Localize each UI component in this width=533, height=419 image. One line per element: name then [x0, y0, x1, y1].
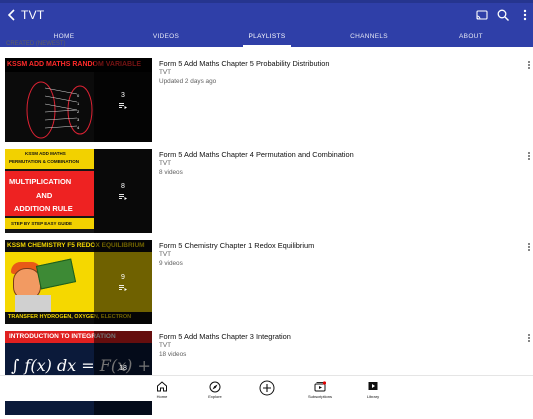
- svg-text:1: 1: [77, 101, 80, 106]
- video-count-badge: 3: [94, 58, 152, 142]
- bottom-navigation: Home Explore Subscriptions Library: [0, 375, 533, 401]
- thumb-text: KSSM ADD MATHS: [25, 151, 66, 156]
- more-options-icon[interactable]: [526, 152, 532, 164]
- nav-label: Explore: [208, 394, 222, 399]
- nav-create[interactable]: [237, 376, 297, 401]
- thumb-text: MULTIPLICATION: [9, 177, 72, 186]
- playlist-thumbnail[interactable]: KSSM ADD MATHS PERMUTATION & COMBINATION…: [5, 149, 152, 233]
- playlist-icon: [119, 285, 127, 291]
- thumb-text: PERMUTATION & COMBINATION: [9, 159, 79, 164]
- nav-subscriptions[interactable]: Subscriptions: [290, 376, 350, 401]
- video-count-badge: 18: [94, 331, 152, 415]
- app-header: TVT HOME VIDEOS PLAYLISTS CHANNELS ABOUT: [0, 0, 533, 47]
- playlist-meta: 18 videos: [159, 350, 187, 358]
- tab-about[interactable]: ABOUT: [429, 28, 513, 47]
- playlist-icon: [119, 194, 127, 200]
- tab-channels[interactable]: CHANNELS: [327, 28, 411, 47]
- nav-label: Subscriptions: [307, 394, 332, 399]
- playlist-title[interactable]: Form 5 Add Maths Chapter 3 Integration: [159, 332, 499, 342]
- search-icon[interactable]: [496, 8, 510, 22]
- nav-label: Library: [366, 394, 380, 399]
- cartoon-shirt: [15, 295, 51, 312]
- playlist-item[interactable]: INTRODUCTION TO INTEGRATION ∫ f(x) dx = …: [0, 328, 533, 419]
- playlist-title[interactable]: Form 5 Add Maths Chapter 4 Permutation a…: [159, 150, 499, 160]
- more-vertical-icon[interactable]: [518, 8, 532, 22]
- more-options-icon[interactable]: [526, 61, 532, 73]
- playlist-item[interactable]: KSSM ADD MATHS RANDOM VARIABLE 0 1 2 3 4…: [0, 55, 533, 146]
- tab-videos[interactable]: VIDEOS: [124, 28, 208, 47]
- svg-text:3: 3: [77, 117, 80, 122]
- svg-text:0: 0: [77, 93, 80, 98]
- thumb-text: STEP BY STEP EASY GUIDE: [11, 221, 72, 226]
- playlist-item[interactable]: KSSM ADD MATHS PERMUTATION & COMBINATION…: [0, 146, 533, 237]
- playlist-info: Form 5 Add Maths Chapter 4 Permutation a…: [159, 150, 499, 177]
- playlist-icon: [119, 103, 127, 109]
- playlist-channel: TVT: [159, 160, 172, 167]
- svg-text:2: 2: [77, 109, 80, 114]
- channel-title: TVT: [21, 8, 45, 22]
- playlist-thumbnail[interactable]: INTRODUCTION TO INTEGRATION ∫ f(x) dx = …: [5, 331, 152, 415]
- video-count: 8: [121, 183, 125, 190]
- nav-label: Home: [156, 394, 168, 399]
- playlist-channel: TVT: [159, 69, 172, 76]
- video-count: 18: [119, 365, 127, 372]
- cast-icon[interactable]: [475, 8, 489, 22]
- add-circle-icon: [259, 380, 275, 396]
- playlist-title[interactable]: Form 5 Chemistry Chapter 1 Redox Equilib…: [159, 241, 499, 251]
- playlist-info: Form 5 Add Maths Chapter 3 Integration T…: [159, 332, 499, 359]
- thumb-text: AND: [36, 191, 53, 200]
- more-options-icon[interactable]: [526, 334, 532, 346]
- video-count-badge: 9: [94, 240, 152, 324]
- library-icon: [368, 382, 378, 390]
- video-count-badge: 8: [94, 149, 152, 233]
- more-options-icon[interactable]: [526, 243, 532, 255]
- sort-label[interactable]: CREATED (NEWEST): [6, 41, 66, 47]
- playlist-meta: 8 videos: [159, 168, 183, 176]
- money-illustration: [35, 258, 77, 290]
- playlist-meta: 9 videos: [159, 259, 183, 267]
- nav-explore[interactable]: Explore: [185, 376, 245, 401]
- nav-home[interactable]: Home: [132, 376, 192, 401]
- playlist-thumbnail[interactable]: KSSM CHEMISTRY F5 REDOX EQUILIBRIUM TRAN…: [5, 240, 152, 324]
- tab-playlists[interactable]: PLAYLISTS: [225, 28, 309, 47]
- playlist-channel: TVT: [159, 251, 172, 258]
- nav-library[interactable]: Library: [343, 376, 403, 401]
- channel-tabs: HOME VIDEOS PLAYLISTS CHANNELS ABOUT: [0, 28, 533, 47]
- compass-icon: [209, 381, 221, 393]
- playlist-item[interactable]: KSSM CHEMISTRY F5 REDOX EQUILIBRIUM TRAN…: [0, 237, 533, 328]
- arrow-left-icon[interactable]: [5, 7, 19, 23]
- playlist-info: Form 5 Chemistry Chapter 1 Redox Equilib…: [159, 241, 499, 268]
- playlist-thumbnail[interactable]: KSSM ADD MATHS RANDOM VARIABLE 0 1 2 3 4…: [5, 58, 152, 142]
- svg-text:4: 4: [77, 125, 80, 130]
- subscriptions-icon: [314, 381, 326, 392]
- playlist-title[interactable]: Form 5 Add Maths Chapter 5 Probability D…: [159, 59, 499, 69]
- playlist-info: Form 5 Add Maths Chapter 5 Probability D…: [159, 59, 499, 86]
- playlist-channel: TVT: [159, 342, 172, 349]
- home-icon: [157, 381, 167, 392]
- video-count: 9: [121, 274, 125, 281]
- playlist-meta: Updated 2 days ago: [159, 77, 217, 85]
- thumb-text: ADDITION RULE: [14, 204, 73, 213]
- video-count: 3: [121, 92, 125, 99]
- status-bar: [0, 0, 533, 3]
